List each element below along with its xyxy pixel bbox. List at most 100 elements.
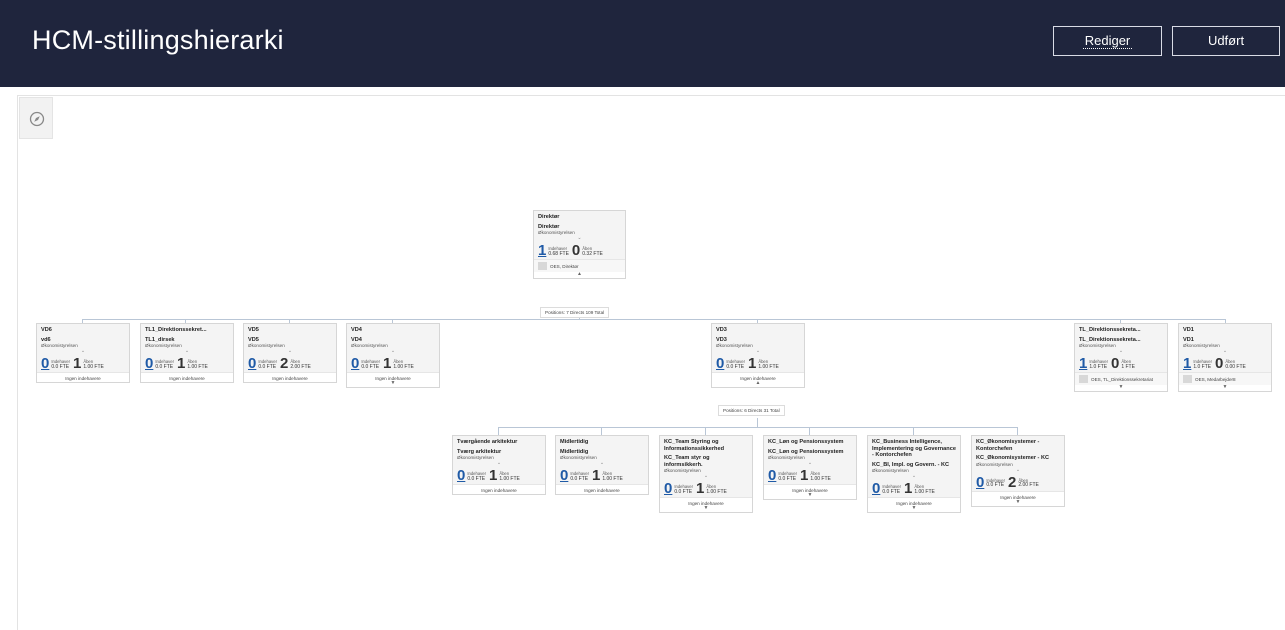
chevron-down-icon[interactable]: ⌄ [145,349,229,354]
expand-down-icon[interactable]: ▼ [349,381,437,386]
open-count: 1 [488,467,498,484]
holders-count[interactable]: 1 [1183,356,1191,371]
position-name: Direktør [538,214,560,220]
position-card-kc-loen-og-pensionssystem[interactable]: KC_Løn og Pensionssystem KC_Løn og Pensi… [763,435,857,500]
positions-summary-badge[interactable]: Positions: 6 Directs 31 Total [718,405,785,416]
holders-count[interactable]: 0 [41,356,49,371]
chevron-down-icon[interactable]: ⌄ [768,461,852,466]
holders-fte: 0.0 FTE [778,475,797,482]
chevron-down-icon[interactable]: ⌄ [248,349,332,354]
open-count: 1 [799,467,809,484]
holders-footer[interactable]: Ingen indehavere ▲ [712,372,804,387]
chevron-down-icon[interactable]: ⌄ [1079,349,1163,354]
chevron-down-icon[interactable]: ⌄ [457,461,541,466]
position-name: VD4 [351,327,362,333]
open-fte: 1.00 FTE [499,475,520,482]
holders-count[interactable]: 0 [664,481,672,496]
position-card-vd6[interactable]: VD6 vd6 Økonomistyrelsen ⌄ 0 Indehaver 0.0… [36,323,130,383]
holders-count[interactable]: 0 [872,481,880,496]
holders-count[interactable]: 0 [351,356,359,371]
position-name: VD6 [41,327,52,333]
connector [757,418,758,427]
open-fte: 1 FTE [1121,363,1135,370]
chevron-down-icon[interactable]: ⌄ [716,349,800,354]
open-fte: 2.00 FTE [290,363,311,370]
job-name: KC_Økonomisystemer - KC [976,455,1050,461]
done-button[interactable]: Udført [1172,26,1280,56]
holders-count[interactable]: 0 [716,356,724,371]
holders-fte: 0.0 FTE [570,475,589,482]
open-fte: 0.32 FTE [582,250,603,257]
position-card-midlertidig[interactable]: Midlertidig Midlertidig Økonomistyrelsen… [555,435,649,495]
holders-count[interactable]: 0 [145,356,153,371]
holders-count[interactable]: 0 [768,468,776,483]
position-card-tl-direktionssekretariat[interactable]: TL_Direktionssekreta... TL_Direktionssek… [1074,323,1168,392]
position-card-vd3[interactable]: VD3 VD3 Økonomistyrelsen ⌄ 0 Indehaver 0.0… [711,323,805,388]
holders-fte: 0.0 FTE [726,363,745,370]
holders-footer[interactable]: Ingen indehavere ▼ [660,497,752,512]
position-card-tl1[interactable]: TL1_Direktionssekret... TL1_dirsek Økono… [140,323,234,383]
holders-footer[interactable]: Ingen indehavere ▼ [347,372,439,387]
expand-down-icon[interactable]: ▼ [766,493,854,498]
chevron-down-icon[interactable]: ⌄ [872,474,956,479]
collapse-up-icon[interactable]: ▲ [714,381,802,386]
chevron-down-icon[interactable]: ⌄ [41,349,125,354]
chevron-down-icon[interactable]: ⌄ [1183,349,1267,354]
position-card-root[interactable]: Direktør Direktør Økonomistyrelsen ⌄ 1 I… [533,210,626,279]
holders-fte: 0.0 FTE [361,363,380,370]
open-fte: 0.00 FTE [1225,363,1246,370]
position-card-tvaergaaende-arkitektur[interactable]: Tværgående arkitektur Tværg arkitektur Ø… [452,435,546,495]
connector [1017,427,1018,435]
expand-down-icon[interactable]: ▼ [870,506,958,511]
holders-fte: 0.0 FTE [155,363,174,370]
open-fte: 1.00 FTE [810,475,831,482]
position-name: TL_Direktionssekreta... [1079,327,1141,333]
expand-down-icon[interactable]: ▼ [974,499,1062,505]
open-count: 2 [1007,473,1017,491]
expand-down-icon[interactable]: ▼ [662,506,750,511]
holders-fte: 1.0 FTE [1089,363,1108,370]
holders-footer: Ingen indehavere [37,372,129,382]
holders-stat: 1 Indehaver 0.68 FTE [538,243,569,258]
position-card-kc-oekonomisystemer[interactable]: KC_Økonomisystemer - Kontorchefen KC_Øko… [971,435,1065,507]
position-card-vd1[interactable]: VD1 VD1 Økonomistyrelsen ⌄ 1 Indehaver 1.0… [1178,323,1272,392]
holders-count[interactable]: 1 [538,243,546,258]
no-holders-text: Ingen indehavere [169,376,205,381]
holders-count[interactable]: 0 [560,468,568,483]
position-name: Tværgående arkitektur [457,439,518,445]
open-count: 1 [695,480,705,497]
chevron-down-icon[interactable]: ⌄ [560,461,644,466]
holders-footer[interactable]: Ingen indehavere ▼ [764,484,856,499]
position-card-vd5[interactable]: VD5 VD5 Økonomistyrelsen ⌄ 0 Indehaver 0.0… [243,323,337,383]
chevron-down-icon[interactable]: ⌄ [351,349,435,354]
position-card-kc-business-intelligence[interactable]: KC_Business Intelligence, Implementering… [867,435,961,513]
position-card-vd4[interactable]: VD4 VD4 Økonomistyrelsen ⌄ 0 Indehaver 0.0… [346,323,440,388]
open-count: 0 [571,242,581,259]
connector [913,427,914,435]
holders-footer[interactable]: Ingen indehavere ▼ [972,490,1064,506]
expand-down-icon[interactable]: ▼ [1075,385,1167,391]
open-fte: 1.00 FTE [758,363,779,370]
position-card-kc-team-styring[interactable]: KC_Team Styring og Informationssikkerhed… [659,435,753,513]
holders-count[interactable]: 0 [248,356,256,371]
expand-down-icon[interactable]: ▼ [1179,385,1271,391]
occupant-name: OES, TL_Direktionssekretariat [1091,376,1153,382]
chevron-down-icon[interactable]: ⌄ [538,236,621,241]
no-holders-text: Ingen indehavere [272,376,308,381]
collapse-up-icon[interactable]: ▲ [534,272,625,278]
holders-count[interactable]: 1 [1079,356,1087,371]
edit-button[interactable]: Rediger [1053,26,1162,56]
compass-button[interactable] [19,97,53,139]
open-count: 1 [903,480,913,497]
holders-footer[interactable]: Ingen indehavere ▼ [868,497,960,512]
positions-summary-badge[interactable]: Positions: 7 Directs 109 Total [540,307,610,318]
open-fte: 1.00 FTE [187,363,208,370]
avatar-icon [1079,375,1088,383]
chevron-down-icon[interactable]: ⌄ [664,474,748,479]
holders-fte: 0.0 FTE [674,488,693,495]
holders-count[interactable]: 0 [976,475,984,490]
compass-icon [29,111,45,127]
holders-count[interactable]: 0 [457,468,465,483]
app-header: HCM-stillingshierarki Rediger Udført [0,0,1285,87]
chevron-down-icon[interactable]: ⌄ [976,467,1060,473]
